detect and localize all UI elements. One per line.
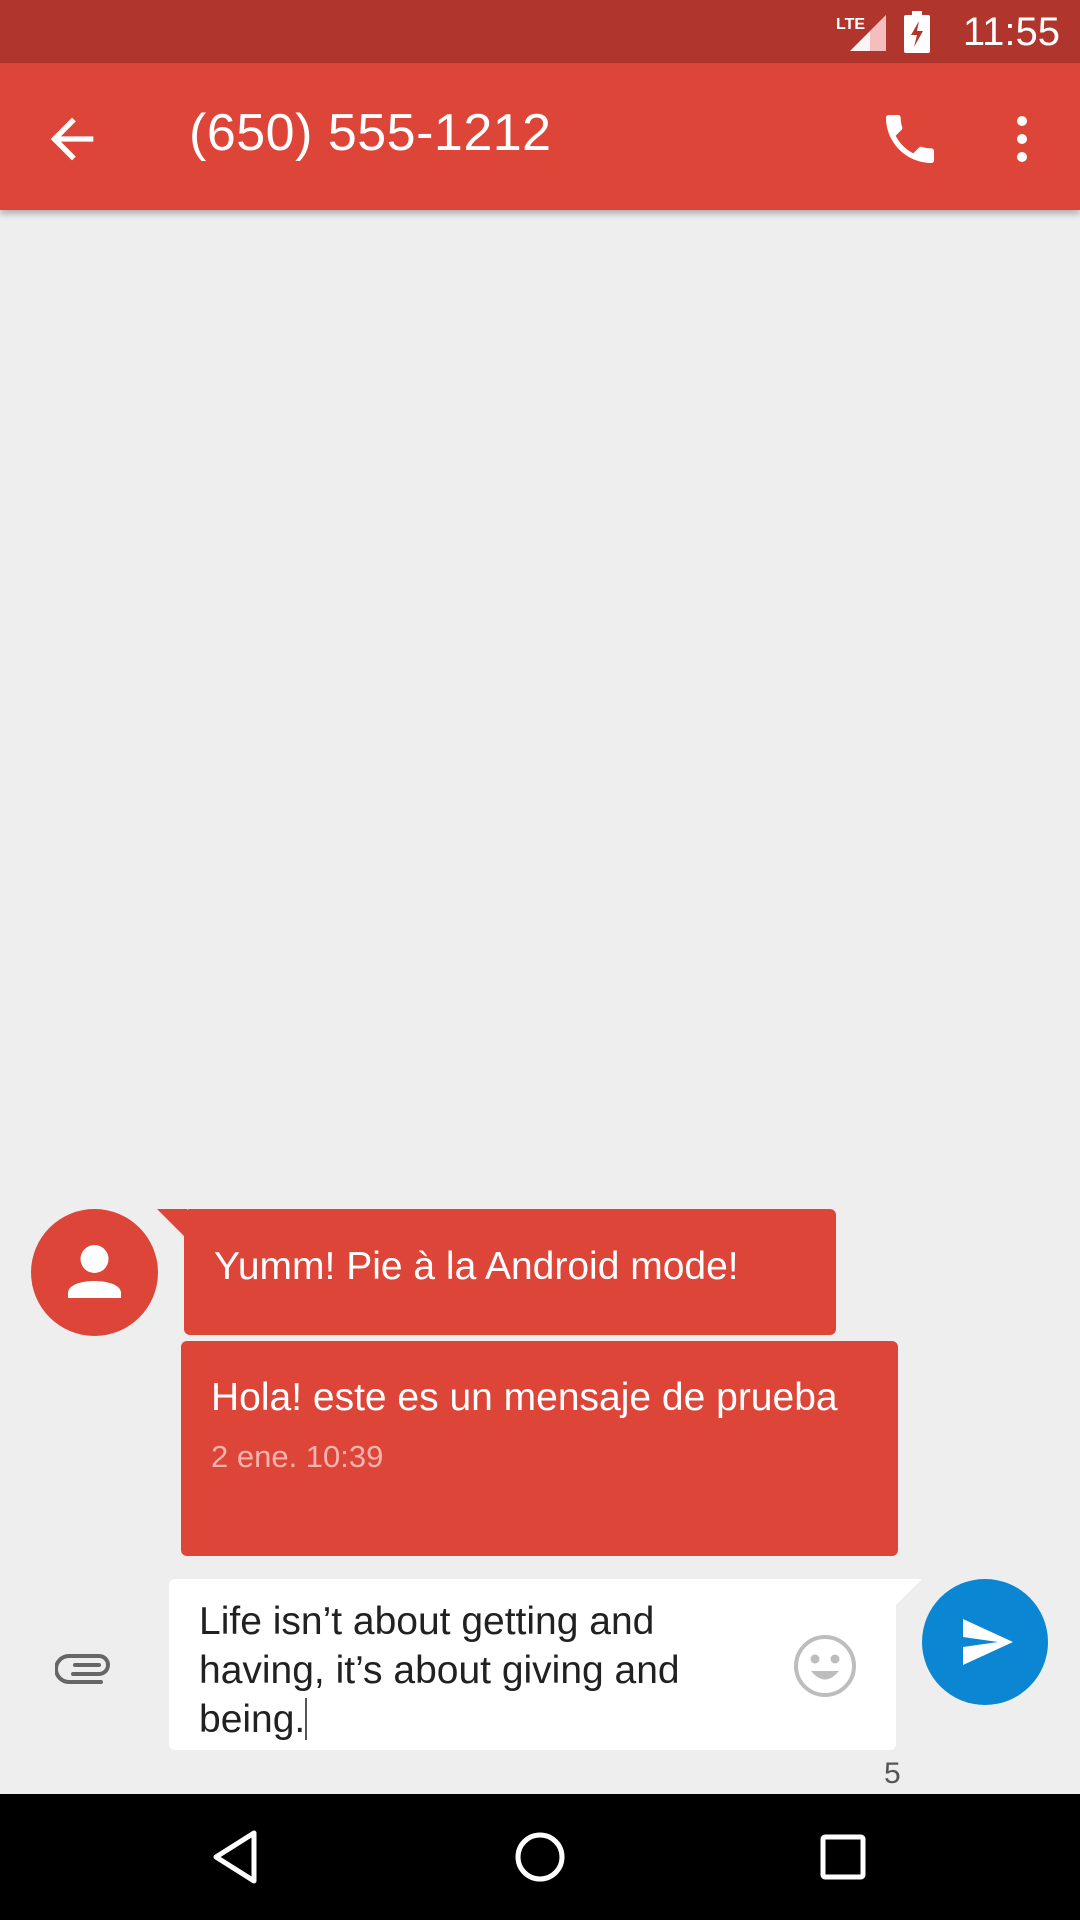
person-icon <box>68 1245 121 1298</box>
nav-recents-icon <box>820 1834 866 1880</box>
emoji-button[interactable] <box>791 1632 859 1700</box>
contact-avatar[interactable] <box>31 1209 158 1336</box>
message-input[interactable]: Life isn’t about getting and having, it’… <box>169 1579 896 1750</box>
arrow-back-icon <box>50 117 94 161</box>
more-options-button[interactable] <box>1000 107 1044 171</box>
back-button[interactable] <box>40 107 104 171</box>
attach-button[interactable] <box>54 1640 115 1690</box>
nav-home-icon <box>515 1832 565 1882</box>
lte-signal-icon: LTE <box>836 15 886 51</box>
message-input-text: Life isn’t about getting and having, it’… <box>199 1600 680 1741</box>
send-icon <box>963 1619 1013 1665</box>
status-bar: LTE 11:55 <box>0 0 1080 63</box>
phone-icon <box>886 115 934 163</box>
call-button[interactable] <box>878 107 942 171</box>
send-button[interactable] <box>922 1579 1048 1705</box>
nav-home-button[interactable] <box>504 1821 576 1893</box>
status-icons: LTE <box>836 8 930 56</box>
attach-icon <box>54 1654 110 1684</box>
emoji-icon <box>794 1635 856 1697</box>
nav-back-button[interactable] <box>200 1821 272 1893</box>
bubble-tail <box>157 1209 187 1239</box>
message-text: Hola! este es un mensaje de prueba <box>211 1376 838 1419</box>
compose-tail <box>894 1579 922 1607</box>
message-text: Yumm! Pie à la Android mode! <box>214 1245 739 1288</box>
app-bar: (650) 555-1212 <box>0 63 1080 210</box>
character-counter: 5 <box>884 1757 901 1790</box>
conversation-title: (650) 555-1212 <box>189 104 552 162</box>
more-vert-icon <box>1017 116 1027 162</box>
message-bubble[interactable]: Yumm! Pie à la Android mode! <box>184 1209 836 1335</box>
nav-recents-button[interactable] <box>807 1821 879 1893</box>
text-caret <box>305 1698 308 1740</box>
nav-back-icon <box>213 1830 257 1884</box>
svg-text:LTE: LTE <box>836 16 865 33</box>
status-time: 11:55 <box>962 10 1060 54</box>
battery-charging-icon <box>904 11 930 53</box>
navigation-bar <box>0 1794 1080 1920</box>
message-bubble[interactable]: Hola! este es un mensaje de prueba 2 ene… <box>181 1341 898 1556</box>
message-timestamp: 2 ene. 10:39 <box>211 1439 384 1474</box>
